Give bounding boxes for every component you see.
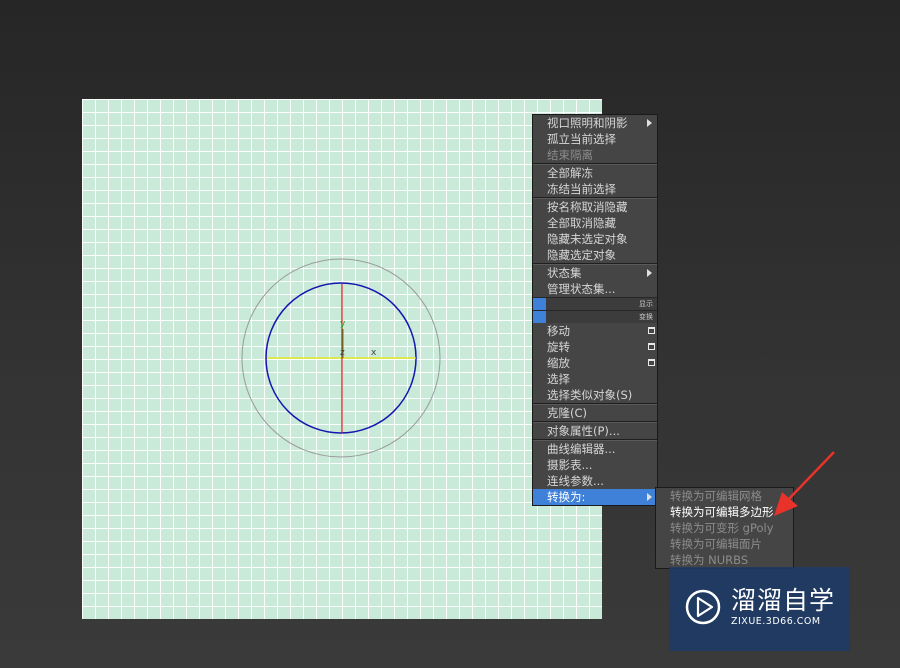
quad-header: 显示: [533, 297, 657, 310]
menu-item-label: 缩放: [547, 356, 570, 370]
quad-color-bar: [533, 298, 546, 310]
menu-item[interactable]: 曲线编辑器...: [533, 441, 657, 457]
quad-header-label: 显示: [639, 300, 653, 308]
menu-item[interactable]: 按名称取消隐藏: [533, 199, 657, 215]
submenu-item[interactable]: 转换为 NURBS: [656, 552, 793, 568]
x-axis-label: x: [371, 348, 377, 358]
watermark: 溜溜自学 ZIXUE.3D66.COM: [669, 567, 850, 651]
menu-item-label: 结束隔离: [547, 148, 593, 162]
menu-item-label: 对象属性(P)...: [547, 424, 620, 438]
menu-item-label: 选择: [547, 372, 570, 386]
menu-item[interactable]: 选择: [533, 371, 657, 387]
scene: y z x: [241, 258, 441, 458]
options-box-icon[interactable]: [648, 327, 655, 334]
menu-item-label: 隐藏未选定对象: [547, 232, 628, 246]
menu-item[interactable]: 视口照明和阴影: [533, 115, 657, 131]
menu-item[interactable]: 孤立当前选择: [533, 131, 657, 147]
menu-item[interactable]: 全部取消隐藏: [533, 215, 657, 231]
menu-item-label: 管理状态集...: [547, 282, 616, 296]
menu-item-label: 选择类似对象(S): [547, 388, 633, 402]
submenu-arrow-icon: [647, 119, 652, 127]
pointer-arrow-icon: [774, 451, 835, 516]
menu-item-label: 全部解冻: [547, 166, 593, 180]
menu-item-label: 摄影表...: [547, 458, 593, 472]
submenu-item[interactable]: 转换为可变形 gPoly: [656, 520, 793, 536]
menu-item-label: 冻结当前选择: [547, 182, 616, 196]
menu-item[interactable]: 选择类似对象(S): [533, 387, 657, 403]
menu-item[interactable]: 转换为:: [533, 489, 657, 505]
menu-item-label: 移动: [547, 324, 570, 338]
watermark-name: 溜溜自学: [731, 586, 836, 615]
menu-item-label: 状态集: [547, 266, 582, 280]
menu-item[interactable]: 状态集: [533, 265, 657, 281]
menu-item-label: 孤立当前选择: [547, 132, 616, 146]
menu-item-label: 隐藏选定对象: [547, 248, 616, 262]
z-axis-label: z: [340, 348, 345, 358]
menu-item[interactable]: 对象属性(P)...: [533, 423, 657, 439]
menu-item[interactable]: 缩放: [533, 355, 657, 371]
menu-item[interactable]: 克隆(C): [533, 405, 657, 421]
menu-item-label: 连线参数...: [547, 474, 604, 488]
options-box-icon[interactable]: [648, 359, 655, 366]
menu-item[interactable]: 隐藏未选定对象: [533, 231, 657, 247]
quad-header: 变换: [533, 310, 657, 323]
menu-item[interactable]: 结束隔离: [533, 147, 657, 163]
y-axis-label: y: [340, 319, 346, 329]
options-box-icon[interactable]: [648, 343, 655, 350]
menu-item-label: 按名称取消隐藏: [547, 200, 628, 214]
submenu-arrow-icon: [647, 269, 652, 277]
submenu-item[interactable]: 转换为可编辑面片: [656, 536, 793, 552]
menu-item-label: 旋转: [547, 340, 570, 354]
menu-item[interactable]: 连线参数...: [533, 473, 657, 489]
quad-menu: 视口照明和阴影 孤立当前选择 结束隔离全部解冻冻结当前选择 按名称取消隐藏 全部取消隐藏…: [532, 114, 658, 506]
menu-item-label: 全部取消隐藏: [547, 216, 616, 230]
menu-item[interactable]: 全部解冻: [533, 165, 657, 181]
menu-item-label: 转换为:: [547, 490, 586, 504]
menu-item[interactable]: 管理状态集...: [533, 281, 657, 297]
submenu-arrow-icon: [647, 493, 652, 501]
menu-item[interactable]: 旋转: [533, 339, 657, 355]
menu-item-label: 视口照明和阴影: [547, 116, 628, 130]
viewport[interactable]: y z x: [82, 99, 602, 619]
menu-item-label: 克隆(C): [547, 406, 588, 420]
menu-item[interactable]: 摄影表...: [533, 457, 657, 473]
quad-header-label: 变换: [639, 313, 653, 321]
play-logo-icon: [685, 589, 721, 625]
quad-color-bar: [533, 311, 546, 323]
menu-item[interactable]: 冻结当前选择: [533, 181, 657, 197]
menu-item[interactable]: 隐藏选定对象: [533, 247, 657, 263]
menu-item[interactable]: 移动: [533, 323, 657, 339]
menu-item-label: 曲线编辑器...: [547, 442, 616, 456]
watermark-url: ZIXUE.3D66.COM: [731, 616, 821, 627]
